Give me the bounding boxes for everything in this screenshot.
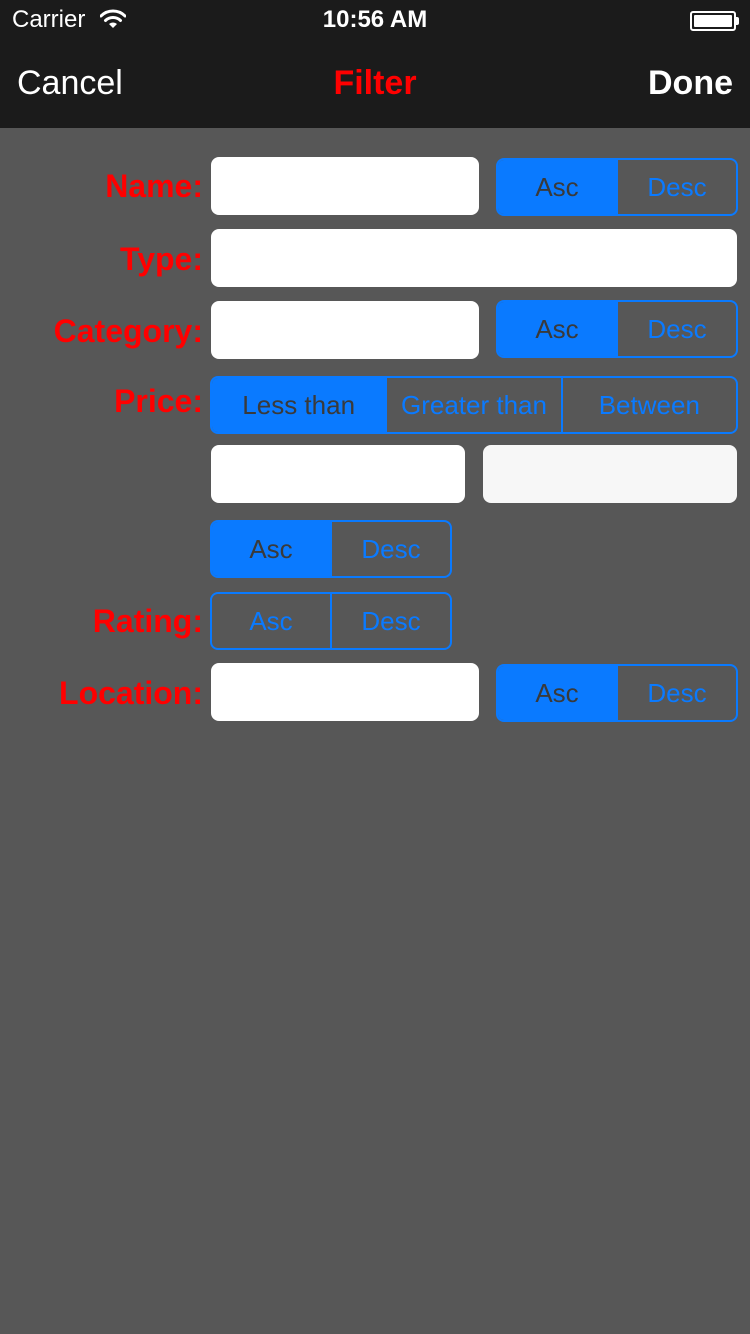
price-label: Price:	[114, 383, 203, 419]
done-button[interactable]: Done	[648, 64, 733, 103]
category-sort-control: Asc Desc	[496, 300, 738, 358]
category-label: Category:	[53, 313, 203, 349]
rating-sort-asc[interactable]: Asc	[212, 594, 330, 648]
rating-label: Rating:	[92, 603, 203, 639]
name-sort-control: Asc Desc	[496, 158, 738, 216]
location-input[interactable]	[211, 663, 479, 721]
price-mode-between[interactable]: Between	[560, 378, 736, 432]
category-sort-asc[interactable]: Asc	[498, 302, 616, 356]
price-min-input[interactable]	[211, 445, 465, 503]
battery-icon	[690, 11, 740, 31]
name-sort-asc[interactable]: Asc	[498, 160, 616, 214]
navigation-bar: Cancel Filter Done	[0, 40, 750, 128]
price-mode-less-than[interactable]: Less than	[212, 378, 386, 432]
price-sort-control: Asc Desc	[210, 520, 452, 578]
price-mode-greater-than[interactable]: Greater than	[385, 378, 560, 432]
name-label: Name:	[105, 168, 203, 204]
location-label: Location:	[59, 675, 203, 711]
location-sort-desc[interactable]: Desc	[616, 666, 736, 720]
price-mode-control: Less than Greater than Between	[210, 376, 738, 434]
name-sort-desc[interactable]: Desc	[616, 160, 736, 214]
rating-sort-control: Asc Desc	[210, 592, 452, 650]
status-time: 10:56 AM	[322, 6, 428, 33]
price-sort-desc[interactable]: Desc	[330, 522, 450, 576]
rating-sort-desc[interactable]: Desc	[330, 594, 450, 648]
category-input[interactable]	[211, 301, 479, 359]
location-sort-asc[interactable]: Asc	[498, 666, 616, 720]
price-max-input[interactable]	[483, 445, 737, 503]
status-bar: Carrier 10:56 AM	[0, 0, 750, 40]
type-label: Type:	[120, 241, 203, 277]
category-sort-desc[interactable]: Desc	[616, 302, 736, 356]
cancel-button[interactable]: Cancel	[17, 64, 123, 103]
type-input[interactable]	[211, 229, 737, 287]
price-sort-asc[interactable]: Asc	[212, 522, 330, 576]
name-input[interactable]	[211, 157, 479, 215]
location-sort-control: Asc Desc	[496, 664, 738, 722]
